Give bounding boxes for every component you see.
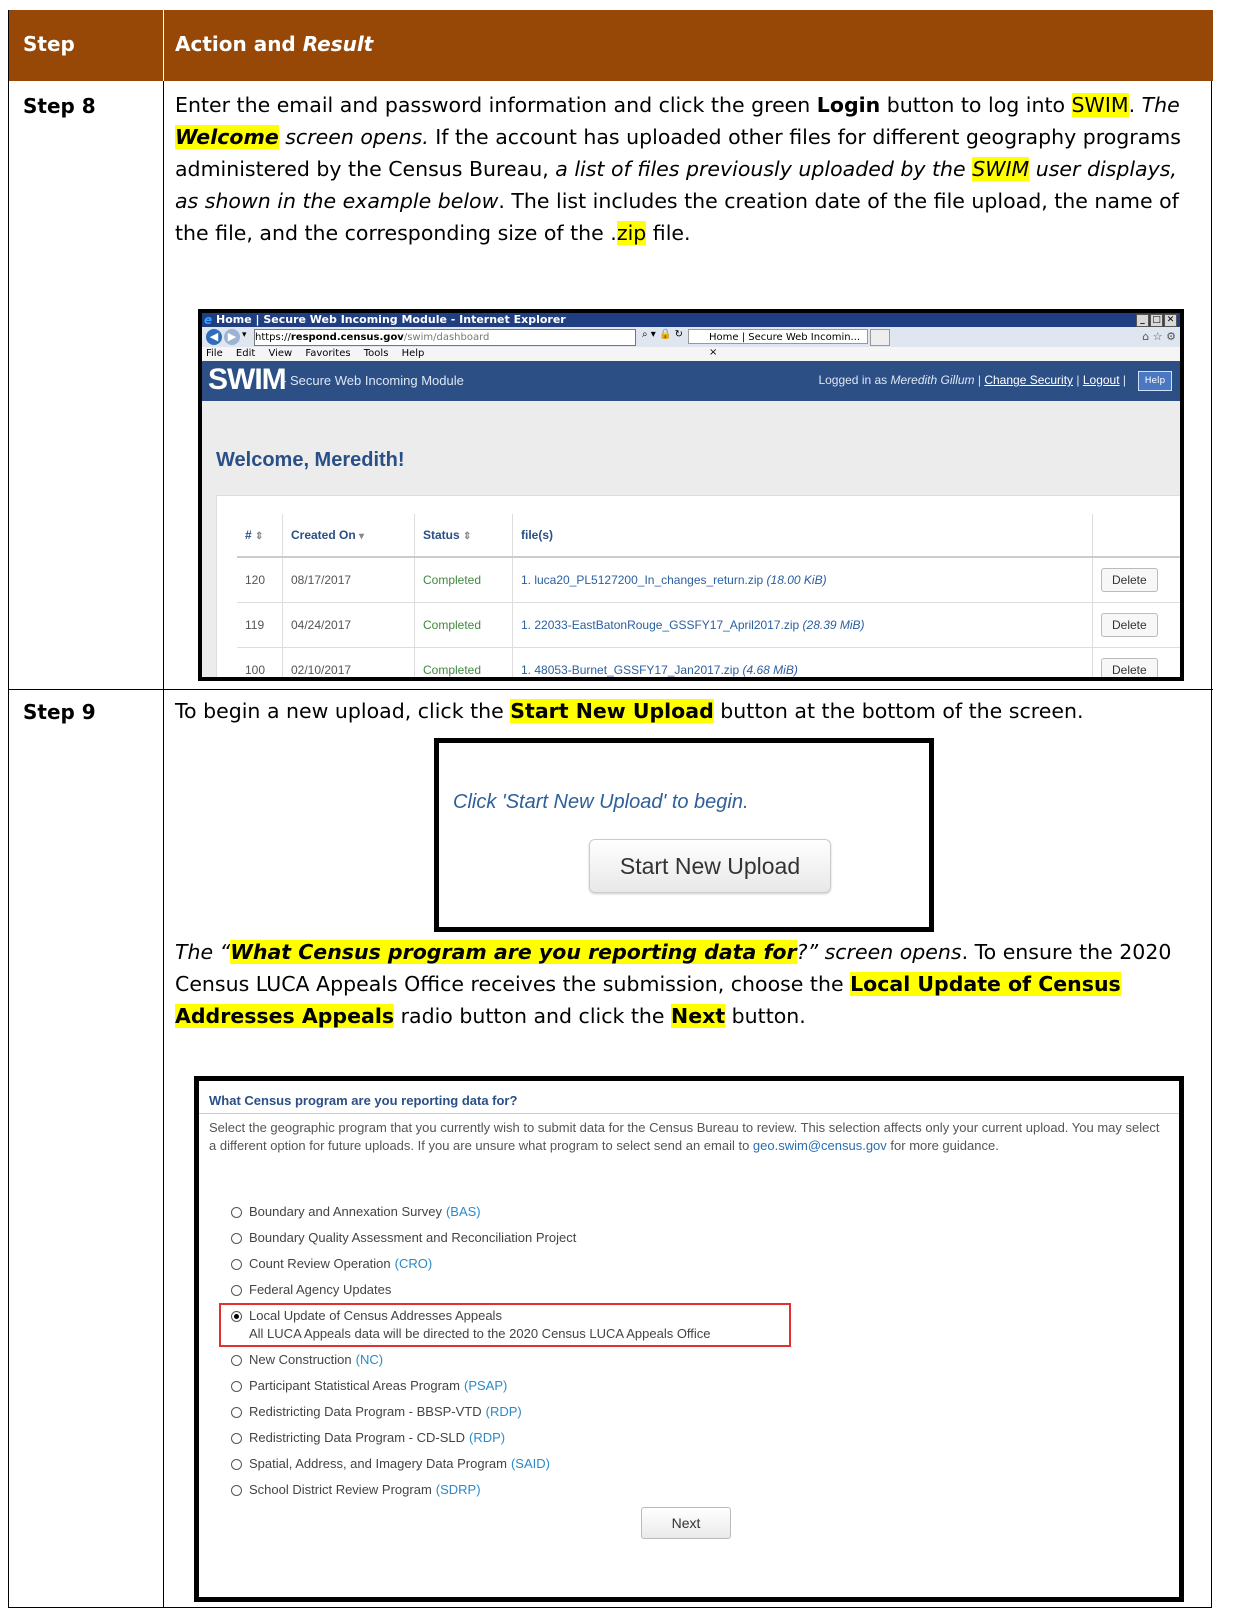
email-link[interactable]: geo.swim@census.gov <box>753 1138 887 1153</box>
radio-icon <box>231 1354 242 1366</box>
delete-button[interactable]: Delete <box>1101 658 1158 677</box>
menu-tools[interactable]: Tools <box>364 348 389 359</box>
menu-edit[interactable]: Edit <box>236 348 255 359</box>
radio-icon <box>231 1406 242 1418</box>
program-radio-list: Boundary and Annexation Survey (BAS) Boun… <box>219 1199 791 1503</box>
program-question-title: What Census program are you reporting da… <box>209 1093 518 1108</box>
menu-file[interactable]: File <box>206 348 223 359</box>
menu-favorites[interactable]: Favorites <box>305 348 350 359</box>
col-files[interactable]: file(s) <box>512 514 1093 558</box>
delete-button[interactable]: Delete <box>1101 613 1158 637</box>
file-link[interactable]: 1. 22033-EastBatonRouge_GSSFY17_April201… <box>512 602 1093 648</box>
step-9-label: Step 9 <box>23 700 96 724</box>
new-tab-button[interactable] <box>870 329 890 346</box>
swim-body: Welcome, Meredith! # ⇕ Created On ▾ Stat… <box>202 401 1180 677</box>
table-row: 119 04/24/2017 Completed 1. 22033-EastBa… <box>237 602 1180 648</box>
start-new-upload-button[interactable]: Start New Upload <box>589 839 831 893</box>
radio-icon <box>231 1484 242 1496</box>
luca-appeals-highlight: Local Update of Census Addresses Appeals… <box>219 1303 791 1347</box>
search-icon[interactable]: ⌕ ▾ 🔒 ↻ <box>642 329 683 340</box>
start-prompt: Click 'Start New Upload' to begin. <box>453 791 749 813</box>
col-status[interactable]: Status ⇕ <box>414 514 513 558</box>
step-8-label: Step 8 <box>23 94 96 118</box>
radio-icon <box>231 1206 242 1218</box>
radio-icon <box>231 1380 242 1392</box>
file-link[interactable]: 1. 48053-Burnet_GSSFY17_Jan2017.zip (4.6… <box>512 647 1093 677</box>
menu-bar: File Edit View Favorites Tools Help <box>202 347 1180 361</box>
minimize-icon[interactable]: _ <box>1136 314 1149 327</box>
table-row: 120 08/17/2017 Completed 1. luca20_PL512… <box>237 556 1180 603</box>
menu-help[interactable]: Help <box>402 348 425 359</box>
delete-button[interactable]: Delete <box>1101 568 1158 592</box>
dropdown-icon[interactable]: ▾ <box>242 330 247 340</box>
close-icon[interactable]: ✕ <box>1164 314 1177 327</box>
radio-selected-icon <box>231 1310 242 1322</box>
radio-icon <box>231 1432 242 1444</box>
welcome-heading: Welcome, Meredith! <box>216 449 405 471</box>
radio-psap[interactable]: Participant Statistical Areas Program (PS… <box>231 1373 791 1399</box>
window-titlebar: e Home | Secure Web Incoming Module - In… <box>202 313 1180 327</box>
logout-link[interactable]: Logout <box>1083 373 1120 387</box>
file-link[interactable]: 1. luca20_PL5127200_In_changes_return.zi… <box>512 556 1093 603</box>
radio-luca-appeals[interactable]: Local Update of Census Addresses Appeals <box>231 1307 779 1325</box>
radio-sdrp[interactable]: School District Review Program (SDRP) <box>231 1477 791 1503</box>
help-button[interactable]: Help <box>1138 371 1172 391</box>
forward-icon[interactable]: ▶ <box>224 329 240 345</box>
change-security-link[interactable]: Change Security <box>984 373 1073 387</box>
home-star-gear-icons[interactable]: ⌂ ☆ ⚙ <box>1142 330 1176 343</box>
col-created-on[interactable]: Created On ▾ <box>282 514 415 558</box>
files-table: # ⇕ Created On ▾ Status ⇕ file(s) 120 08… <box>237 514 1180 677</box>
login-status: Logged in as Meredith Gillum | Change Se… <box>818 373 1126 387</box>
radio-icon <box>231 1232 242 1244</box>
table-header: Step Action and Result <box>9 10 1213 81</box>
header-action: Action and Result <box>175 32 374 56</box>
menu-view[interactable]: View <box>268 348 292 359</box>
next-button[interactable]: Next <box>641 1507 731 1539</box>
ie-logo-icon: e <box>204 313 213 327</box>
program-selection-screenshot: What Census program are you reporting da… <box>194 1076 1184 1602</box>
swim-dashboard-screenshot: e Home | Secure Web Incoming Module - In… <box>198 309 1184 681</box>
col-number[interactable]: # ⇕ <box>237 514 283 558</box>
radio-bqarp[interactable]: Boundary Quality Assessment and Reconcil… <box>231 1225 791 1251</box>
radio-icon <box>231 1458 242 1470</box>
radio-bas[interactable]: Boundary and Annexation Survey (BAS) <box>231 1199 791 1225</box>
radio-rdp-cd[interactable]: Redistricting Data Program - CD-SLD (RDP) <box>231 1425 791 1451</box>
step-8-text: Enter the email and password information… <box>175 93 1181 245</box>
radio-nc[interactable]: New Construction (NC) <box>231 1347 791 1373</box>
address-input[interactable]: https://respond.census.gov/swim/dashboar… <box>254 329 636 346</box>
window-title: Home | Secure Web Incoming Module - Inte… <box>216 313 566 326</box>
swim-header: SWIM - Secure Web Incoming Module Logged… <box>202 361 1180 401</box>
swim-subtitle: - Secure Web Incoming Module <box>282 373 464 388</box>
radio-cro[interactable]: Count Review Operation (CRO) <box>231 1251 791 1277</box>
radio-said[interactable]: Spatial, Address, and Imagery Data Progr… <box>231 1451 791 1477</box>
table-row: 100 02/10/2017 Completed 1. 48053-Burnet… <box>237 647 1180 677</box>
start-upload-screenshot: Click 'Start New Upload' to begin. Start… <box>434 738 934 932</box>
radio-icon <box>231 1284 242 1296</box>
step-9-text: The “What Census program are you reporti… <box>175 940 1172 1028</box>
header-step: Step <box>23 32 75 56</box>
maximize-icon[interactable]: □ <box>1150 314 1163 327</box>
radio-rdp-bbsp[interactable]: Redistricting Data Program - BBSP-VTD (RD… <box>231 1399 791 1425</box>
radio-federal-agency[interactable]: Federal Agency Updates <box>231 1277 791 1303</box>
address-bar-row: ◀ ▶ ▾ https://respond.census.gov/swim/da… <box>202 327 1180 358</box>
back-icon[interactable]: ◀ <box>206 329 222 345</box>
step-9-intro: To begin a new upload, click the Start N… <box>175 699 1084 723</box>
luca-appeals-note: All LUCA Appeals data will be directed t… <box>249 1326 711 1341</box>
browser-tab[interactable]: Home | Secure Web Incomin... × <box>688 329 868 358</box>
files-panel: # ⇕ Created On ▾ Status ⇕ file(s) 120 08… <box>216 495 1180 677</box>
program-description: Select the geographic program that you c… <box>209 1120 1160 1153</box>
radio-icon <box>231 1258 242 1270</box>
swim-logo: SWIM <box>208 363 287 396</box>
